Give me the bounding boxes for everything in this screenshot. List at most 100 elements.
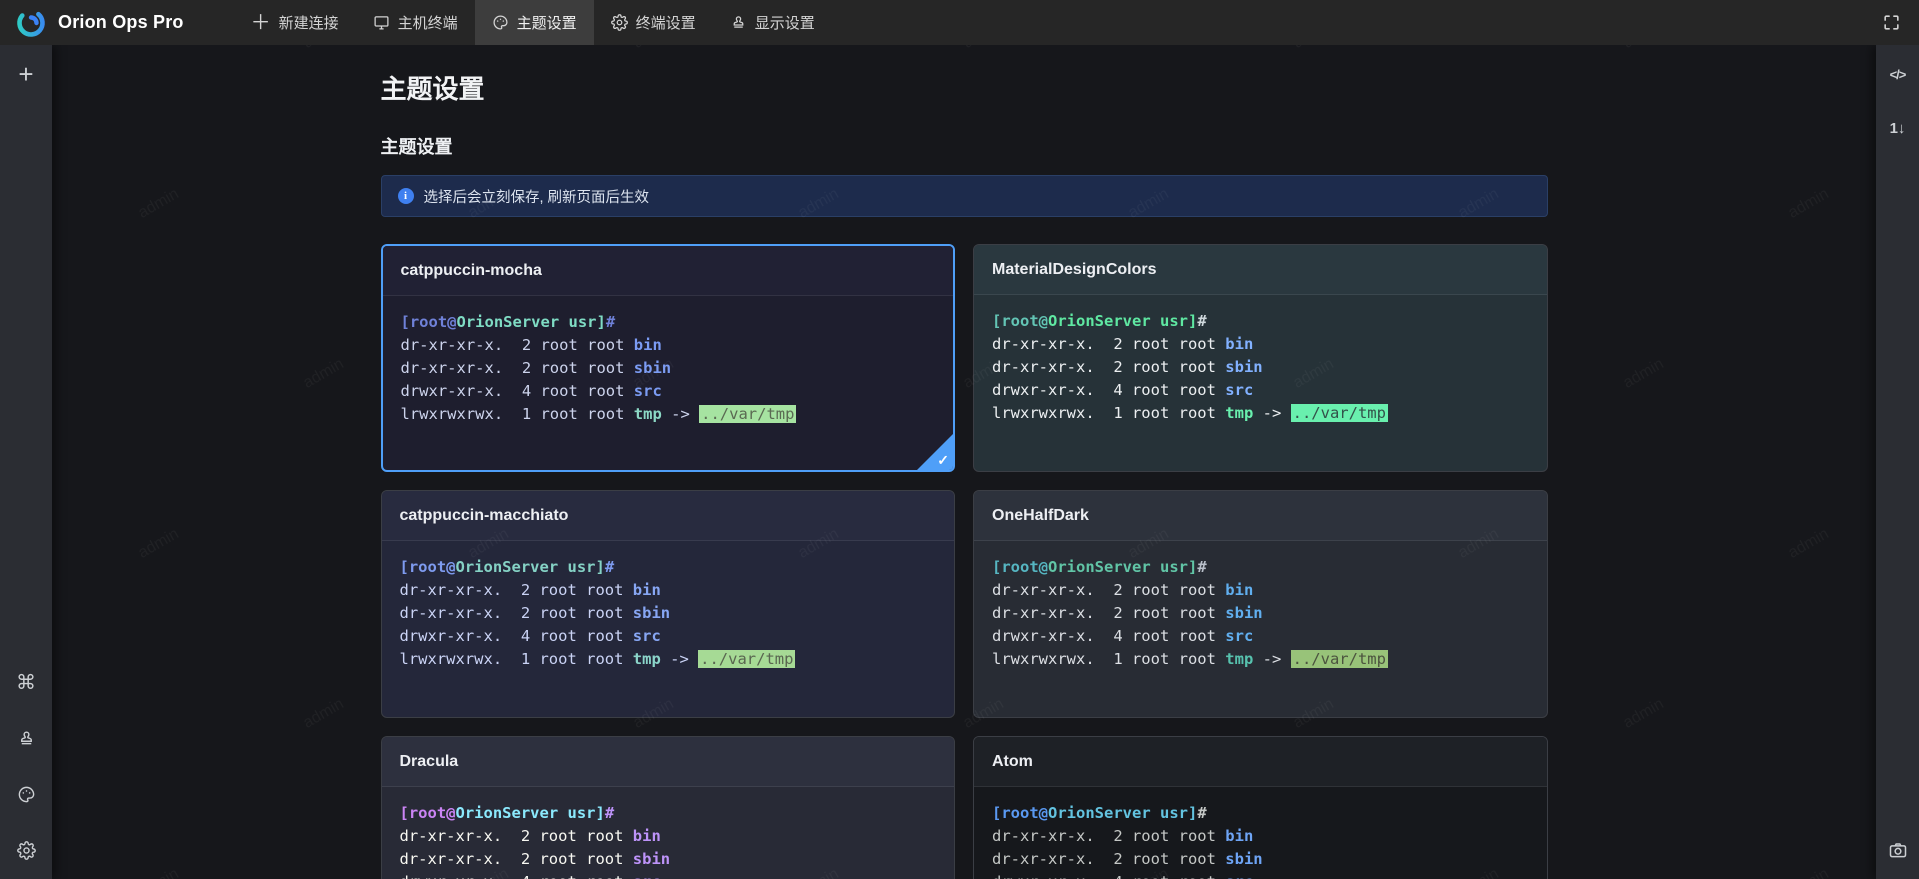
terminal-line: dr-xr-xr-x. 2 root root bin xyxy=(992,825,1529,848)
terminal-segment: # xyxy=(605,804,614,822)
screenshot-button[interactable] xyxy=(1883,835,1913,865)
theme-card-title: Atom xyxy=(992,753,1033,771)
theme-card-header: catppuccin-mocha xyxy=(383,246,954,296)
terminal-segment: src xyxy=(634,382,662,400)
terminal-segment: # xyxy=(1197,804,1206,822)
terminal-line: dr-xr-xr-x. 2 root root sbin xyxy=(401,357,936,380)
add-tab-button[interactable]: + xyxy=(11,59,41,89)
terminal-segment: src xyxy=(633,873,661,879)
terminal-line: lrwxrwxrwx. 1 root root tmp -> ../var/tm… xyxy=(400,648,937,671)
terminal-segment: bin xyxy=(1225,581,1253,599)
terminal-segment: drwxr-xr-x. 4 root root xyxy=(992,627,1225,645)
terminal-segment: bin xyxy=(1225,335,1253,353)
theme-card[interactable]: Atom [root@OrionServer usr]#dr-xr-xr-x. … xyxy=(973,736,1548,879)
terminal-line: dr-xr-xr-x. 2 root root bin xyxy=(400,825,937,848)
terminal-segment: -> xyxy=(1253,404,1290,422)
terminal-segment: tmp xyxy=(633,650,661,668)
theme-card[interactable]: Dracula [root@OrionServer usr]#dr-xr-xr-… xyxy=(381,736,956,879)
theme-card-header: OneHalfDark xyxy=(974,491,1547,541)
terminal-segment: dr-xr-xr-x. 2 root root xyxy=(400,850,633,868)
fullscreen-button[interactable] xyxy=(1882,13,1901,32)
terminal-segment: # xyxy=(1197,312,1206,330)
terminal-segment: src xyxy=(633,627,661,645)
nav-new-connection[interactable]: ＋ 新建连接 xyxy=(234,0,356,45)
terminal-segment: -> xyxy=(1253,650,1290,668)
terminal-segment: [root@ xyxy=(401,313,457,331)
terminal-segment: -> xyxy=(662,405,699,423)
theme-card-header: MaterialDesignColors xyxy=(974,245,1547,295)
watermark-text: admin xyxy=(1785,185,1832,222)
terminal-segment: drwxr-xr-x. 4 root root xyxy=(992,381,1225,399)
terminal-segment: ../var/tmp xyxy=(699,405,796,423)
terminal-segment: sbin xyxy=(1225,850,1262,868)
terminal-segment: src xyxy=(1225,627,1253,645)
terminal-line: dr-xr-xr-x. 2 root root bin xyxy=(992,333,1529,356)
terminal-segment: lrwxrwxrwx. 1 root root xyxy=(400,650,633,668)
display-settings-button[interactable] xyxy=(11,723,41,753)
terminal-segment: usr] xyxy=(558,558,605,576)
topbar: Orion Ops Pro ＋ 新建连接 主机终端 主题设置 xyxy=(0,0,1919,45)
nav-host-terminal[interactable]: 主机终端 xyxy=(356,0,475,45)
theme-card-title: Dracula xyxy=(400,753,459,771)
terminal-line: [root@OrionServer usr]# xyxy=(401,311,936,334)
terminal-segment: OrionServer xyxy=(1048,804,1151,822)
nav-display-settings[interactable]: 显示设置 xyxy=(713,0,832,45)
terminal-segment: [root@ xyxy=(992,558,1048,576)
theme-card[interactable]: catppuccin-mocha [root@OrionServer usr]#… xyxy=(381,244,956,472)
terminal-segment: [root@ xyxy=(992,804,1048,822)
stamp-icon xyxy=(17,729,36,748)
terminal-segment: lrwxrwxrwx. 1 root root xyxy=(992,404,1225,422)
info-alert: i 选择后会立刻保存, 刷新页面后生效 xyxy=(381,175,1548,217)
terminal-line: dr-xr-xr-x. 2 root root sbin xyxy=(400,848,937,871)
sort-lines-button[interactable]: 1↓ xyxy=(1883,113,1913,143)
app-logo-icon xyxy=(14,6,48,40)
watermark-text: admin xyxy=(135,525,182,562)
terminal-line: dr-xr-xr-x. 2 root root sbin xyxy=(992,602,1529,625)
terminal-line: lrwxrwxrwx. 1 root root tmp -> ../var/tm… xyxy=(992,402,1529,425)
app-title: Orion Ops Pro xyxy=(58,12,184,33)
settings-button[interactable] xyxy=(11,835,41,865)
shortcut-command-button[interactable]: ⌘ xyxy=(11,667,41,697)
theme-card[interactable]: catppuccin-macchiato [root@OrionServer u… xyxy=(381,490,956,718)
terminal-line: [root@OrionServer usr]# xyxy=(400,802,937,825)
watermark-text: admin xyxy=(1620,695,1667,732)
terminal-segment: usr] xyxy=(1151,558,1198,576)
nav-terminal-settings[interactable]: 终端设置 xyxy=(594,0,713,45)
fullscreen-icon xyxy=(1882,13,1901,32)
main-content: adminadminadminadminadminadminadminadmin… xyxy=(52,45,1876,879)
theme-card[interactable]: OneHalfDark [root@OrionServer usr]# dr-xr… xyxy=(973,490,1548,718)
main-nav: ＋ 新建连接 主机终端 主题设置 终端设置 xyxy=(234,0,832,45)
nav-label: 主题设置 xyxy=(517,12,577,33)
watermark-text: admin xyxy=(1620,45,1667,53)
terminal-preview: [root@OrionServer usr]#dr-xr-xr-x. 2 roo… xyxy=(382,541,955,686)
terminal-segment: # xyxy=(606,313,615,331)
gear-icon xyxy=(17,841,36,860)
terminal-segment: ../var/tmp xyxy=(1291,404,1388,422)
terminal-line: drwxr-xr-x. 4 root root src xyxy=(992,871,1529,879)
terminal-segment: [root@ xyxy=(400,558,456,576)
terminal-line: lrwxrwxrwx. 1 root root tmp -> ../var/tm… xyxy=(401,403,936,426)
theme-settings-button[interactable] xyxy=(11,779,41,809)
plus-icon: ＋ xyxy=(251,13,271,33)
terminal-line: lrwxrwxrwx. 1 root root tmp -> ../var/tm… xyxy=(992,648,1529,671)
right-sidebar: </> 1↓ xyxy=(1876,45,1919,879)
code-panel-button[interactable]: </> xyxy=(1883,59,1913,89)
nav-label: 主机终端 xyxy=(398,12,458,33)
terminal-line: [root@OrionServer usr]# xyxy=(992,310,1529,333)
terminal-segment: dr-xr-xr-x. 2 root root xyxy=(992,827,1225,845)
terminal-segment: OrionServer xyxy=(1048,312,1151,330)
watermark-text: admin xyxy=(1785,865,1832,879)
command-icon: ⌘ xyxy=(16,670,36,695)
watermark-text: admin xyxy=(135,865,182,879)
terminal-segment: tmp xyxy=(1225,650,1253,668)
terminal-line: drwxr-xr-x. 4 root root src xyxy=(400,625,937,648)
terminal-segment: dr-xr-xr-x. 2 root root xyxy=(992,604,1225,622)
theme-card-header: Atom xyxy=(974,737,1547,787)
terminal-segment: dr-xr-xr-x. 2 root root xyxy=(400,604,633,622)
terminal-segment: bin xyxy=(633,827,661,845)
theme-card[interactable]: MaterialDesignColors [root@OrionServer u… xyxy=(973,244,1548,472)
code-icon: </> xyxy=(1890,67,1906,82)
terminal-line: [root@OrionServer usr]# xyxy=(992,556,1529,579)
nav-theme-settings[interactable]: 主题设置 xyxy=(475,0,594,45)
terminal-segment: dr-xr-xr-x. 2 root root xyxy=(401,359,634,377)
